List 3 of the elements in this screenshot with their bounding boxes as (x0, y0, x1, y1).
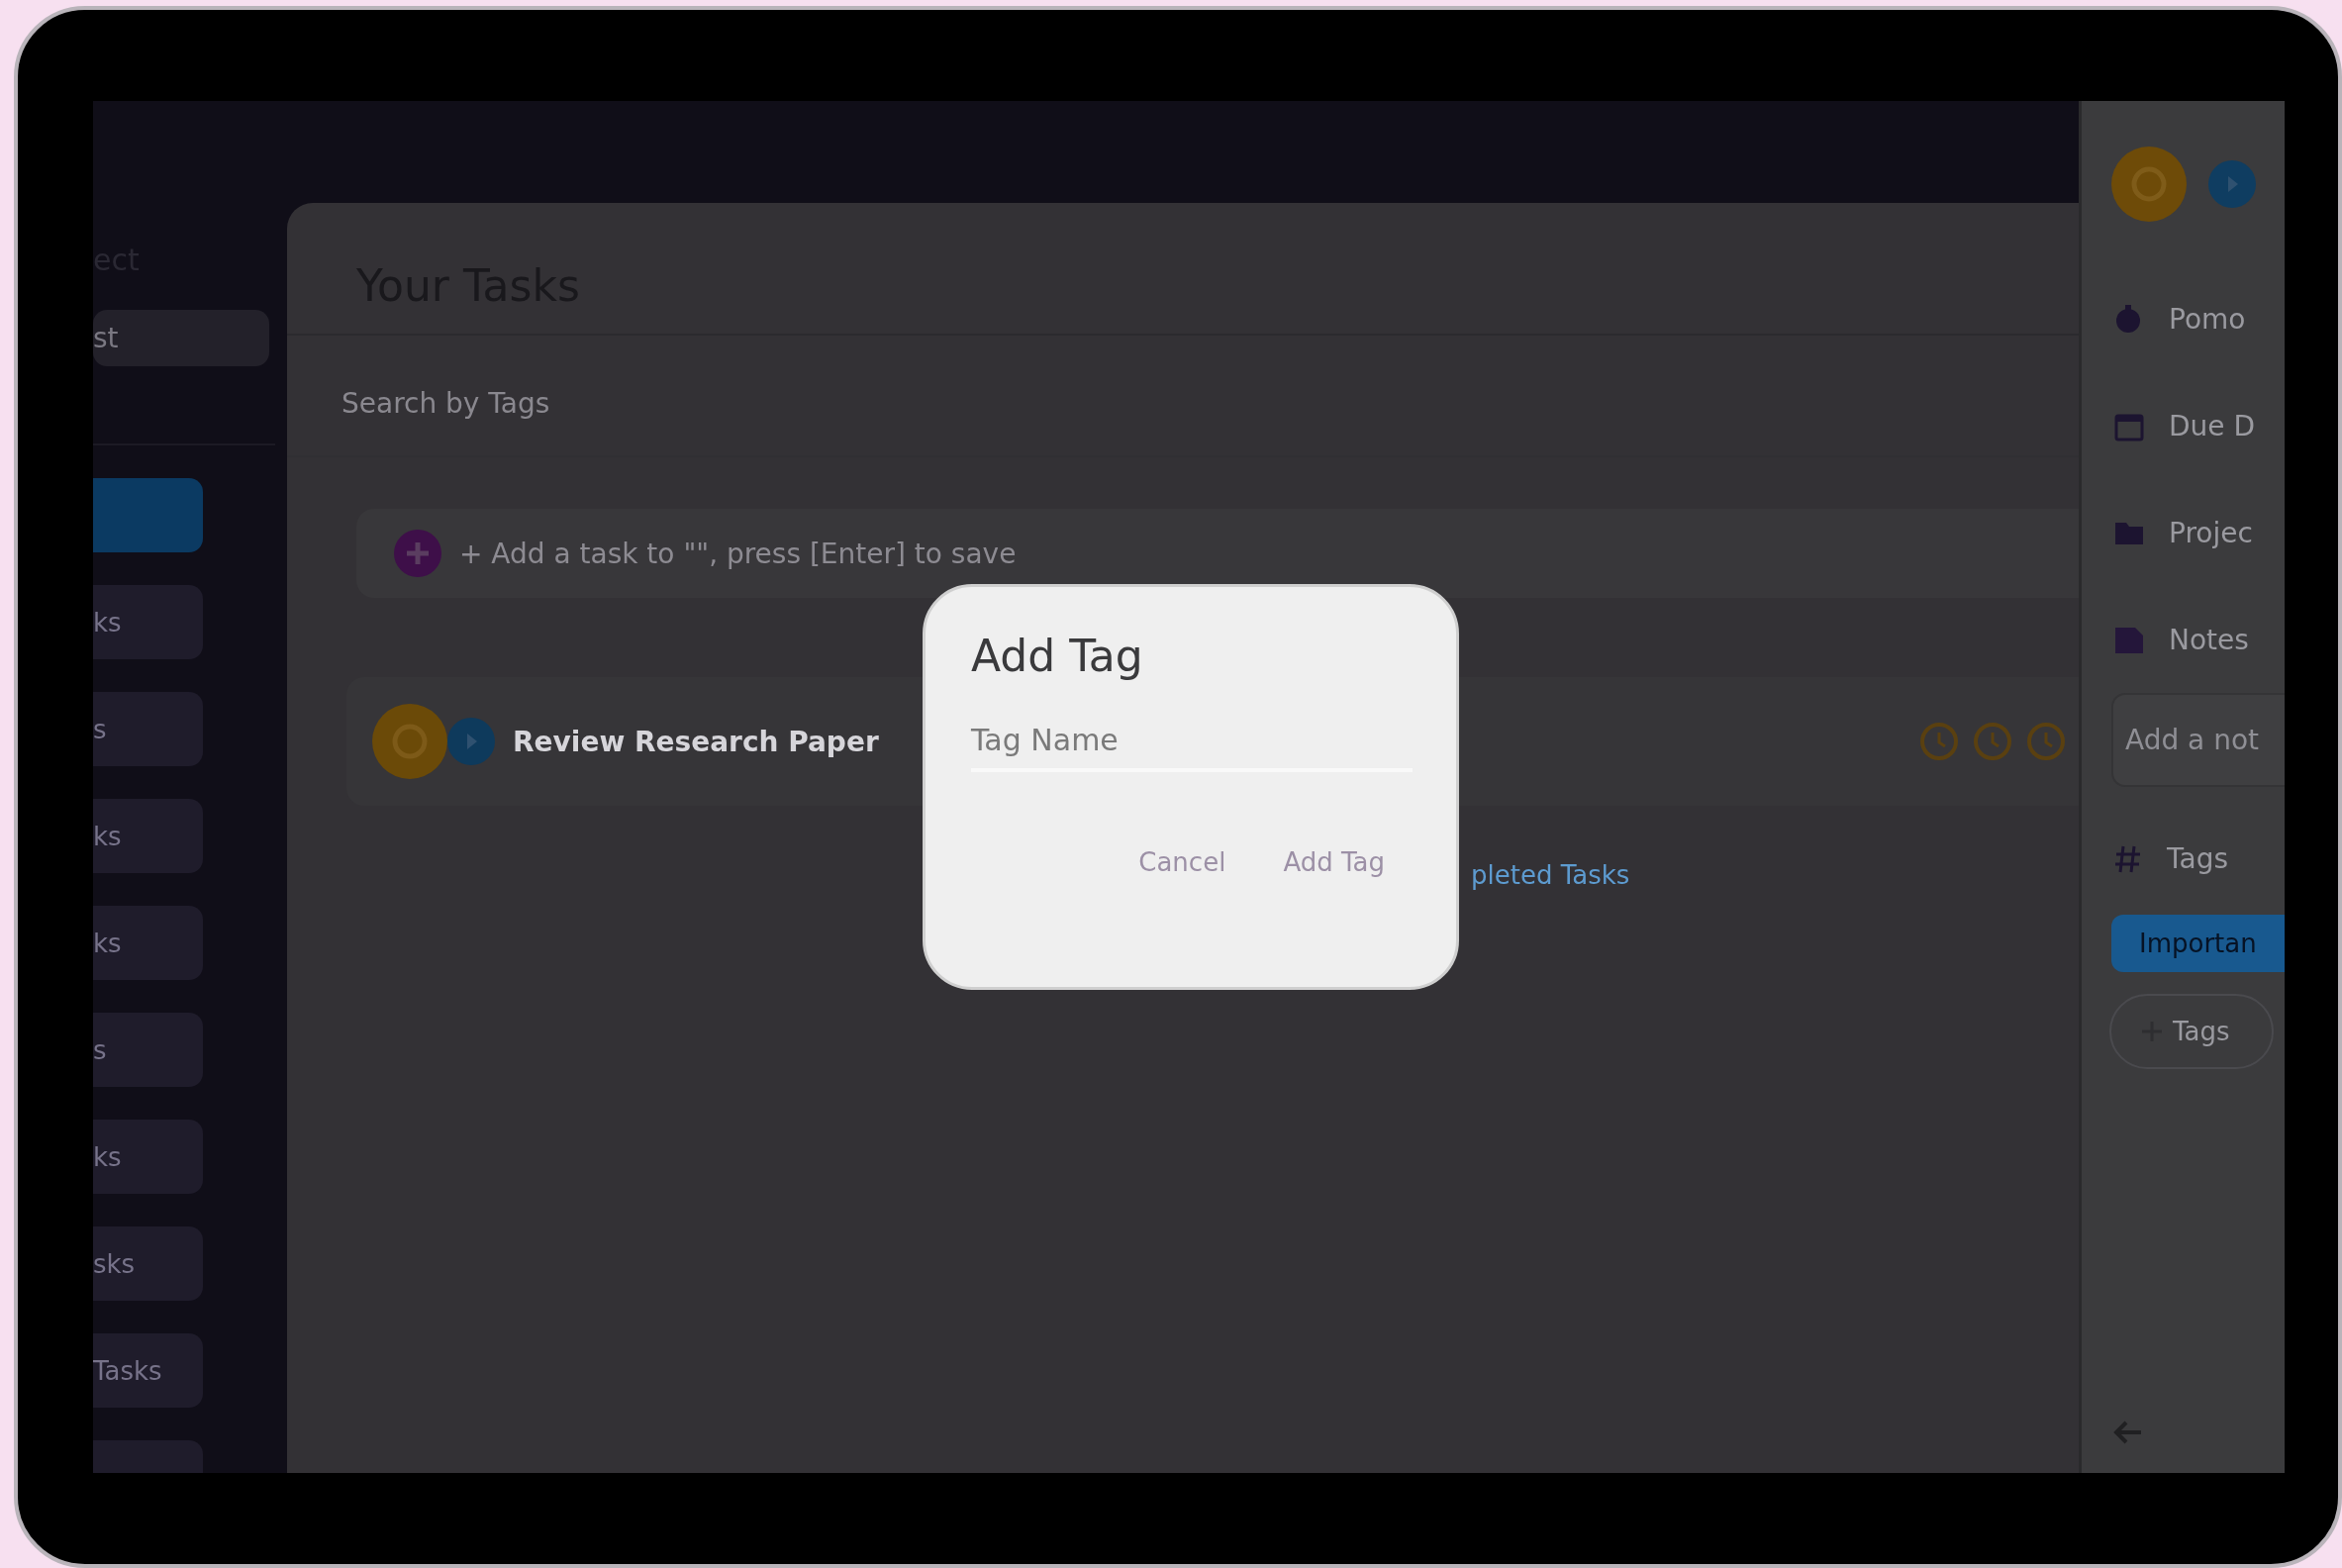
task-title: Review Research Paper (513, 725, 879, 758)
tags-label: Tags (2167, 842, 2228, 875)
dialog-title: Add Tag (971, 631, 1143, 681)
